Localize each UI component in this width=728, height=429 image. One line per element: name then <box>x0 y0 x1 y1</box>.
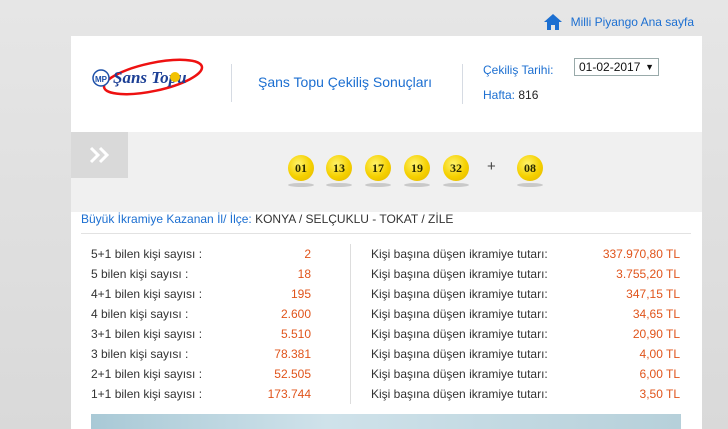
count-row: 4+1 bilen kişi sayısı : <box>91 284 202 304</box>
count-row: 2+1 bilen kişi sayısı : <box>91 364 202 384</box>
page-title: Şans Topu Çekiliş Sonuçları <box>258 74 433 90</box>
prize-row: Kişi başına düşen ikramiye tutarı: <box>371 264 548 284</box>
count-label: 5 bilen kişi sayısı : <box>91 267 189 281</box>
prize-value: 3.755,20 TL <box>616 267 680 281</box>
sans-topu-logo: MP Şans Topu <box>92 58 204 96</box>
svg-text:MP: MP <box>95 75 108 84</box>
count-row: 1+1 bilen kişi sayısı : <box>91 384 202 404</box>
prize-label: Kişi başına düşen ikramiye tutarı: <box>371 307 548 321</box>
prize-value: 337.970,80 TL <box>602 247 680 261</box>
prize-value: 3,50 TL <box>639 387 680 401</box>
count-label: 2+1 bilen kişi sayısı : <box>91 367 203 381</box>
prize-label: Kişi başına düşen ikramiye tutarı: <box>371 247 548 261</box>
count-row: 5 bilen kişi sayısı : <box>91 264 188 284</box>
header-divider <box>462 64 463 104</box>
prize-label: Kişi başına düşen ikramiye tutarı: <box>371 327 548 341</box>
count-row: 4 bilen kişi sayısı : <box>91 304 188 324</box>
week-label-text: Hafta: <box>483 88 516 102</box>
home-link-label[interactable]: Milli Piyango Ana sayfa <box>571 15 694 29</box>
bonus-ball: 08 <box>517 155 543 181</box>
count-label: 5+1 bilen kişi sayısı : <box>91 247 203 261</box>
prize-label: Kişi başına düşen ikramiye tutarı: <box>371 287 548 301</box>
results-header: MP Şans Topu Şans Topu Çekiliş Sonuçları… <box>71 36 702 132</box>
ball-shadow <box>288 183 314 187</box>
ball: 13 <box>326 155 352 181</box>
prize-row: Kişi başına düşen ikramiye tutarı: <box>371 284 548 304</box>
count-row: 3+1 bilen kişi sayısı : <box>91 324 202 344</box>
prize-value: 6,00 TL <box>639 367 680 381</box>
prize-value: 347,15 TL <box>626 287 680 301</box>
draw-date-value: 01-02-2017 <box>579 60 641 74</box>
prize-value: 4,00 TL <box>639 347 680 361</box>
count-value: 5.510 <box>280 327 311 341</box>
winners-line: Büyük İkramiye Kazanan İl/ İlçe: KONYA /… <box>81 212 453 226</box>
prize-row: Kişi başına düşen ikramiye tutarı: <box>371 344 548 364</box>
count-value: 78.381 <box>274 347 311 361</box>
count-label: 4+1 bilen kişi sayısı : <box>91 287 203 301</box>
prize-row: Kişi başına düşen ikramiye tutarı: <box>371 324 548 344</box>
results-panel: MP Şans Topu Şans Topu Çekiliş Sonuçları… <box>71 36 702 429</box>
count-value: 2.600 <box>280 307 311 321</box>
ball: 01 <box>288 155 314 181</box>
ball-shadow <box>365 183 391 187</box>
double-chevron-right-icon <box>89 146 109 164</box>
dropdown-arrow-icon: ▼ <box>645 62 654 72</box>
count-value: 18 <box>297 267 311 281</box>
count-value: 52.505 <box>274 367 311 381</box>
ball-shadow <box>326 183 352 187</box>
winners-value: KONYA / SELÇUKLU - TOKAT / ZİLE <box>255 212 454 226</box>
ball-shadow <box>443 183 469 187</box>
home-icon <box>543 14 562 30</box>
home-link[interactable]: Milli Piyango Ana sayfa <box>543 12 694 32</box>
winners-label: Büyük İkramiye Kazanan İl/ İlçe: <box>81 212 252 226</box>
plus-sign: + <box>487 158 496 175</box>
expand-button[interactable] <box>71 132 128 178</box>
count-value: 173.744 <box>267 387 311 401</box>
draw-date-select[interactable]: 01-02-2017 ▼ <box>574 58 659 76</box>
prize-label: Kişi başına düşen ikramiye tutarı: <box>371 387 548 401</box>
prize-row: Kişi başına düşen ikramiye tutarı: <box>371 384 548 404</box>
prize-label: Kişi başına düşen ikramiye tutarı: <box>371 267 548 281</box>
ball: 17 <box>365 155 391 181</box>
ball-bar: 01 13 17 19 32 + 08 <box>71 132 702 212</box>
week-label: Hafta: 816 <box>483 88 538 102</box>
count-label: 4 bilen kişi sayısı : <box>91 307 189 321</box>
ball-shadow <box>517 183 543 187</box>
count-value: 195 <box>290 287 311 301</box>
header-divider <box>231 64 232 102</box>
ball: 32 <box>443 155 469 181</box>
count-value: 2 <box>304 247 311 261</box>
draw-date-label: Çekiliş Tarihi: <box>483 63 554 77</box>
prize-value: 20,90 TL <box>632 327 680 341</box>
prize-row: Kişi başına düşen ikramiye tutarı: <box>371 304 548 324</box>
count-row: 5+1 bilen kişi sayısı : <box>91 244 202 264</box>
prize-label: Kişi başına düşen ikramiye tutarı: <box>371 367 548 381</box>
count-label: 3 bilen kişi sayısı : <box>91 347 189 361</box>
banner-image <box>91 414 681 429</box>
week-value: 816 <box>518 88 539 102</box>
column-divider <box>350 244 351 404</box>
count-label: 1+1 bilen kişi sayısı : <box>91 387 203 401</box>
count-row: 3 bilen kişi sayısı : <box>91 344 188 364</box>
prize-value: 34,65 TL <box>632 307 680 321</box>
ball-shadow <box>404 183 430 187</box>
prize-label: Kişi başına düşen ikramiye tutarı: <box>371 347 548 361</box>
divider <box>81 233 691 234</box>
ball: 19 <box>404 155 430 181</box>
prize-row: Kişi başına düşen ikramiye tutarı: <box>371 364 548 384</box>
count-label: 3+1 bilen kişi sayısı : <box>91 327 203 341</box>
prize-row: Kişi başına düşen ikramiye tutarı: <box>371 244 548 264</box>
